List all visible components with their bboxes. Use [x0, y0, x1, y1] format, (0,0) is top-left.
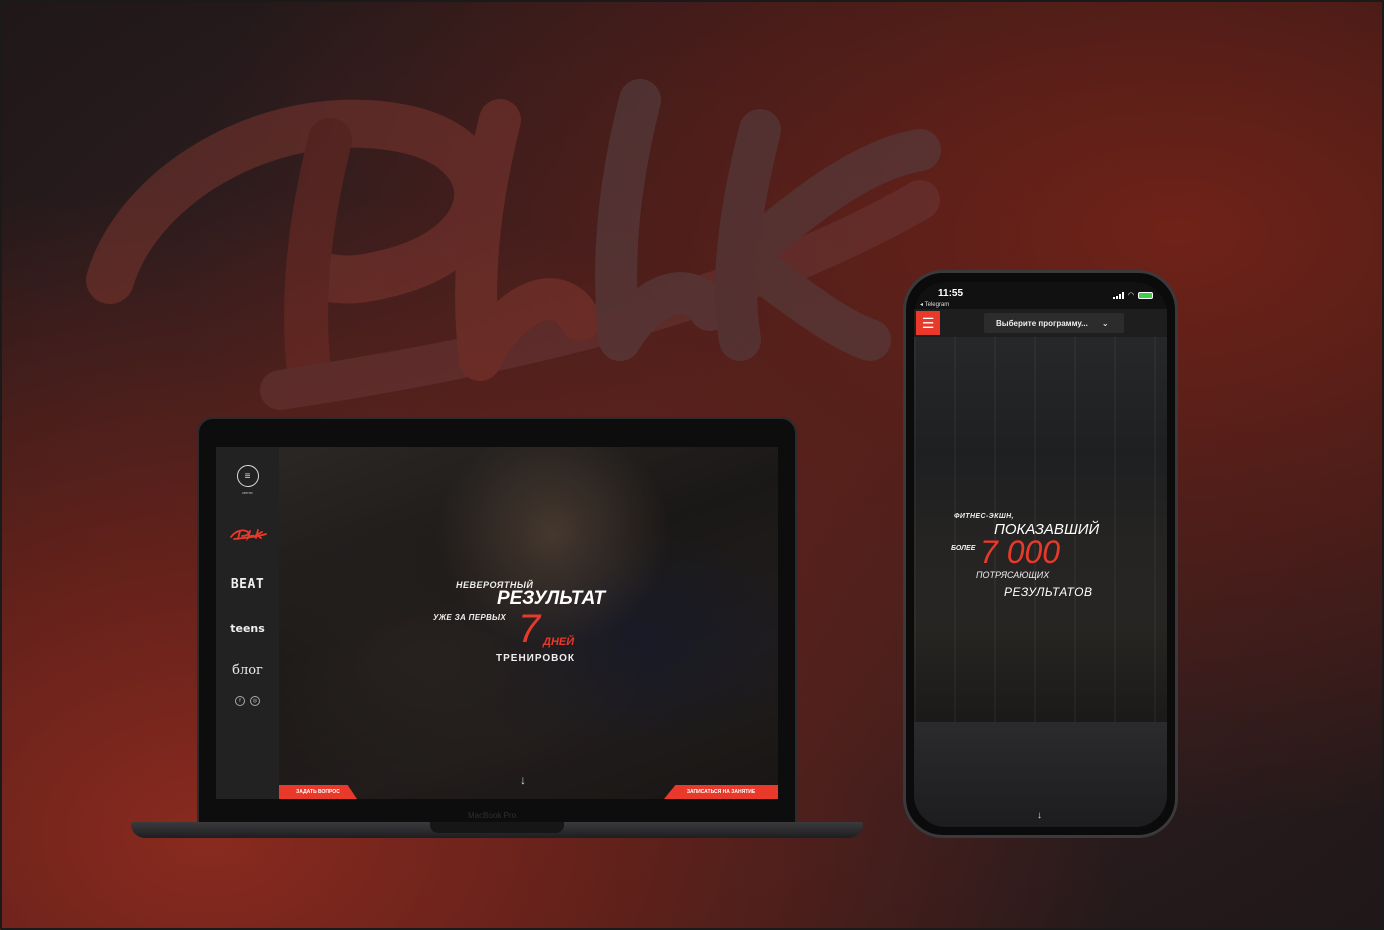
battery-icon — [1138, 291, 1153, 299]
phone-header-bar: ☰ Выберите программу... ⌄ — [914, 309, 1167, 337]
program-select[interactable]: Выберите программу... ⌄ — [984, 313, 1124, 333]
instagram-icon[interactable]: ◎ — [250, 696, 260, 706]
sidebar-item-beat[interactable]: BEAT — [231, 577, 264, 592]
phone-screen: 11:55 ◂ Telegram ◠ ☰ Выберите программу.… — [914, 282, 1167, 827]
hamburger-menu-button[interactable]: ☰ — [916, 311, 940, 335]
sidebar-item-rbk[interactable] — [228, 527, 268, 541]
hero-line-4: ДНЕЙ — [543, 636, 575, 648]
signal-icon — [1112, 291, 1124, 299]
social-links: f ◎ — [235, 696, 260, 706]
phone-scroll-down-icon[interactable]: ↓ — [1037, 810, 1042, 821]
hero-number: 7 — [518, 607, 541, 651]
hero-line-5: ТРЕНИРОВОК — [496, 653, 576, 664]
status-time: 11:55 — [938, 288, 964, 299]
rbk-watermark-logo — [86, 79, 941, 410]
phone-hero-number: 7 000 — [980, 534, 1061, 570]
laptop-sidebar: ≡ меню BEAT teens блог f ◎ — [216, 447, 279, 799]
hero-line-2: РЕЗУЛЬТАТ — [497, 588, 606, 609]
laptop-notch — [430, 822, 564, 833]
program-select-value: Выберите программу... — [996, 318, 1088, 328]
sidebar-item-teens[interactable]: teens — [230, 622, 265, 635]
phone-hero-line-1: ФИТНЕС-ЭКШН, — [954, 513, 1014, 520]
phone-hero-line-5: РЕЗУЛЬТАТОВ — [1004, 585, 1093, 599]
chevron-down-icon: ⌄ — [1101, 318, 1109, 328]
hamburger-icon: ≡ — [244, 470, 251, 482]
signup-button[interactable]: ЗАПИСАТЬСЯ НА ЗАНЯТИЕ — [664, 785, 778, 799]
phone-hero-line-4: ПОТРЯСАЮЩИХ — [976, 570, 1050, 580]
phone-hero-line-3: БОЛЕЕ — [951, 545, 976, 552]
laptop-screen: ≡ меню BEAT teens блог f ◎ НЕВЕРОЯТНЫЙ Р… — [216, 447, 778, 799]
laptop-brand-label: MacBook Pro — [468, 811, 517, 820]
facebook-icon[interactable]: f — [235, 696, 245, 706]
status-back-link[interactable]: ◂ Telegram — [920, 301, 949, 308]
sidebar-item-blog[interactable]: блог — [232, 663, 263, 678]
wifi-icon: ◠ — [1127, 292, 1134, 299]
ask-question-button[interactable]: ЗАДАТЬ ВОПРОС — [279, 785, 357, 799]
scroll-down-icon[interactable]: ↓ — [520, 773, 526, 787]
menu-button[interactable]: ≡ — [236, 465, 259, 487]
menu-label: меню — [242, 490, 253, 495]
status-indicators: ◠ — [1112, 291, 1153, 299]
hero-line-3: УЖЕ ЗА ПЕРВЫХ — [433, 613, 506, 622]
